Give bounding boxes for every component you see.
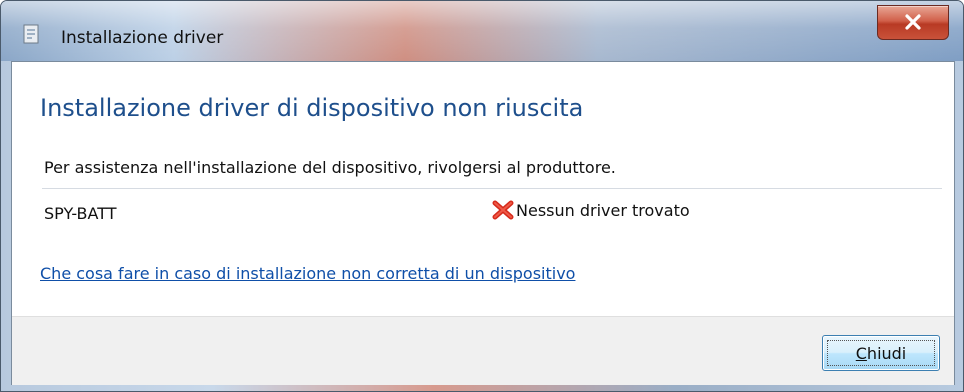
focus-rectangle	[827, 340, 935, 366]
instruction-text: Per assistenza nell'installazione del di…	[44, 158, 616, 177]
dialog-content: Installazione driver di dispositivo non …	[11, 61, 955, 385]
window-close-button[interactable]	[877, 5, 949, 40]
main-heading: Installazione driver di dispositivo non …	[40, 94, 584, 122]
device-status: Nessun driver trovato	[492, 200, 690, 220]
installer-icon	[21, 23, 43, 45]
window-title: Installazione driver	[61, 28, 224, 48]
device-status-text: Nessun driver trovato	[516, 200, 690, 220]
error-x-icon	[492, 200, 514, 220]
dialog-window: Installazione driver Installazione drive…	[0, 0, 964, 392]
help-link[interactable]: Che cosa fare in caso di installazione n…	[40, 264, 575, 283]
button-bar: Chiudi	[12, 316, 954, 385]
divider	[42, 188, 942, 189]
title-bar[interactable]: Installazione driver	[1, 1, 963, 61]
close-button[interactable]: Chiudi	[822, 335, 940, 371]
device-name: SPY-BATT	[44, 204, 117, 223]
close-x-icon	[905, 14, 921, 30]
